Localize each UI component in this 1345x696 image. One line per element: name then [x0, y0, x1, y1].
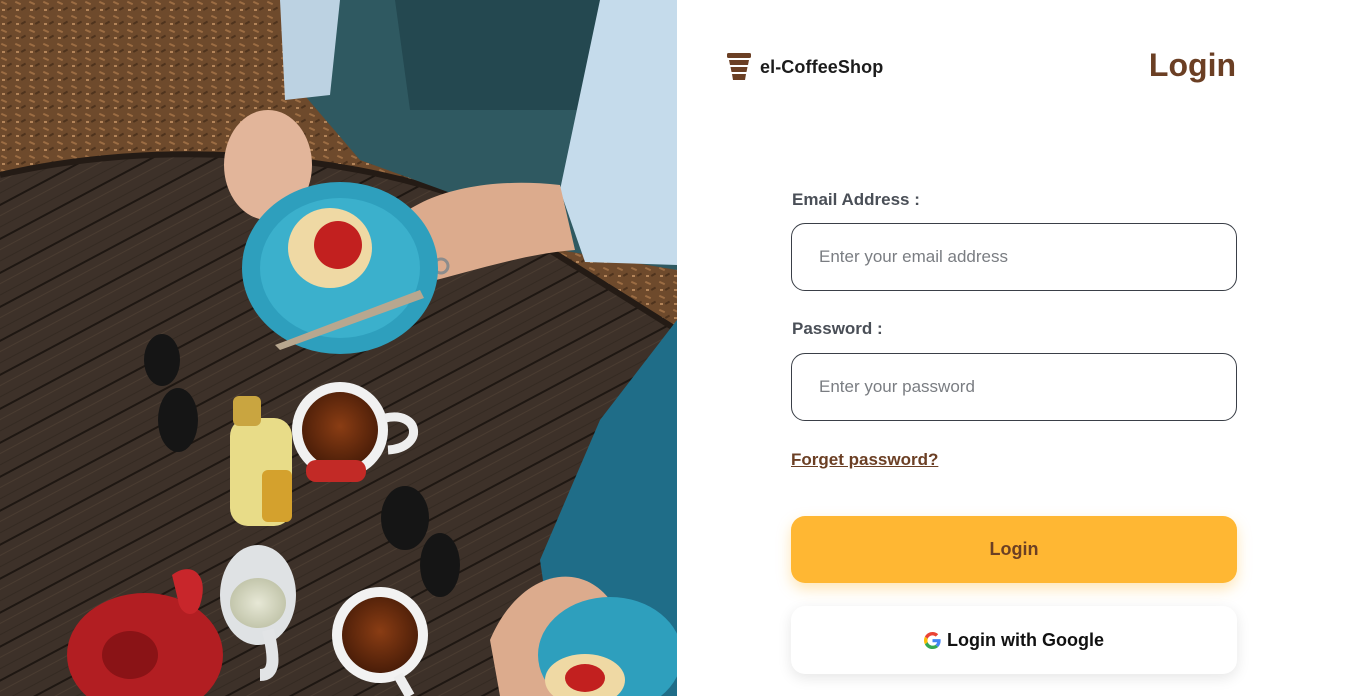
brand-name: el-CoffeeShop — [760, 56, 884, 77]
coffee-cup-icon — [727, 53, 751, 80]
login-panel: el-CoffeeShop Login Email Address : Pass… — [677, 0, 1345, 696]
email-input[interactable] — [791, 223, 1237, 291]
login-button[interactable]: Login — [791, 516, 1237, 583]
forgot-password-link[interactable]: Forget password? — [791, 450, 938, 470]
password-label: Password : — [792, 319, 883, 338]
brand[interactable]: el-CoffeeShop — [727, 53, 883, 81]
google-button-label: Login with Google — [947, 629, 1104, 650]
password-input[interactable] — [791, 353, 1237, 421]
coffee-table-illustration — [0, 0, 677, 696]
google-login-button[interactable]: Login with Google — [791, 606, 1237, 674]
email-label: Email Address : — [792, 190, 920, 209]
google-g-icon — [924, 631, 941, 649]
login-button-label: Login — [989, 539, 1039, 559]
hero-photo — [0, 0, 677, 696]
page-title: Login — [1148, 47, 1236, 83]
